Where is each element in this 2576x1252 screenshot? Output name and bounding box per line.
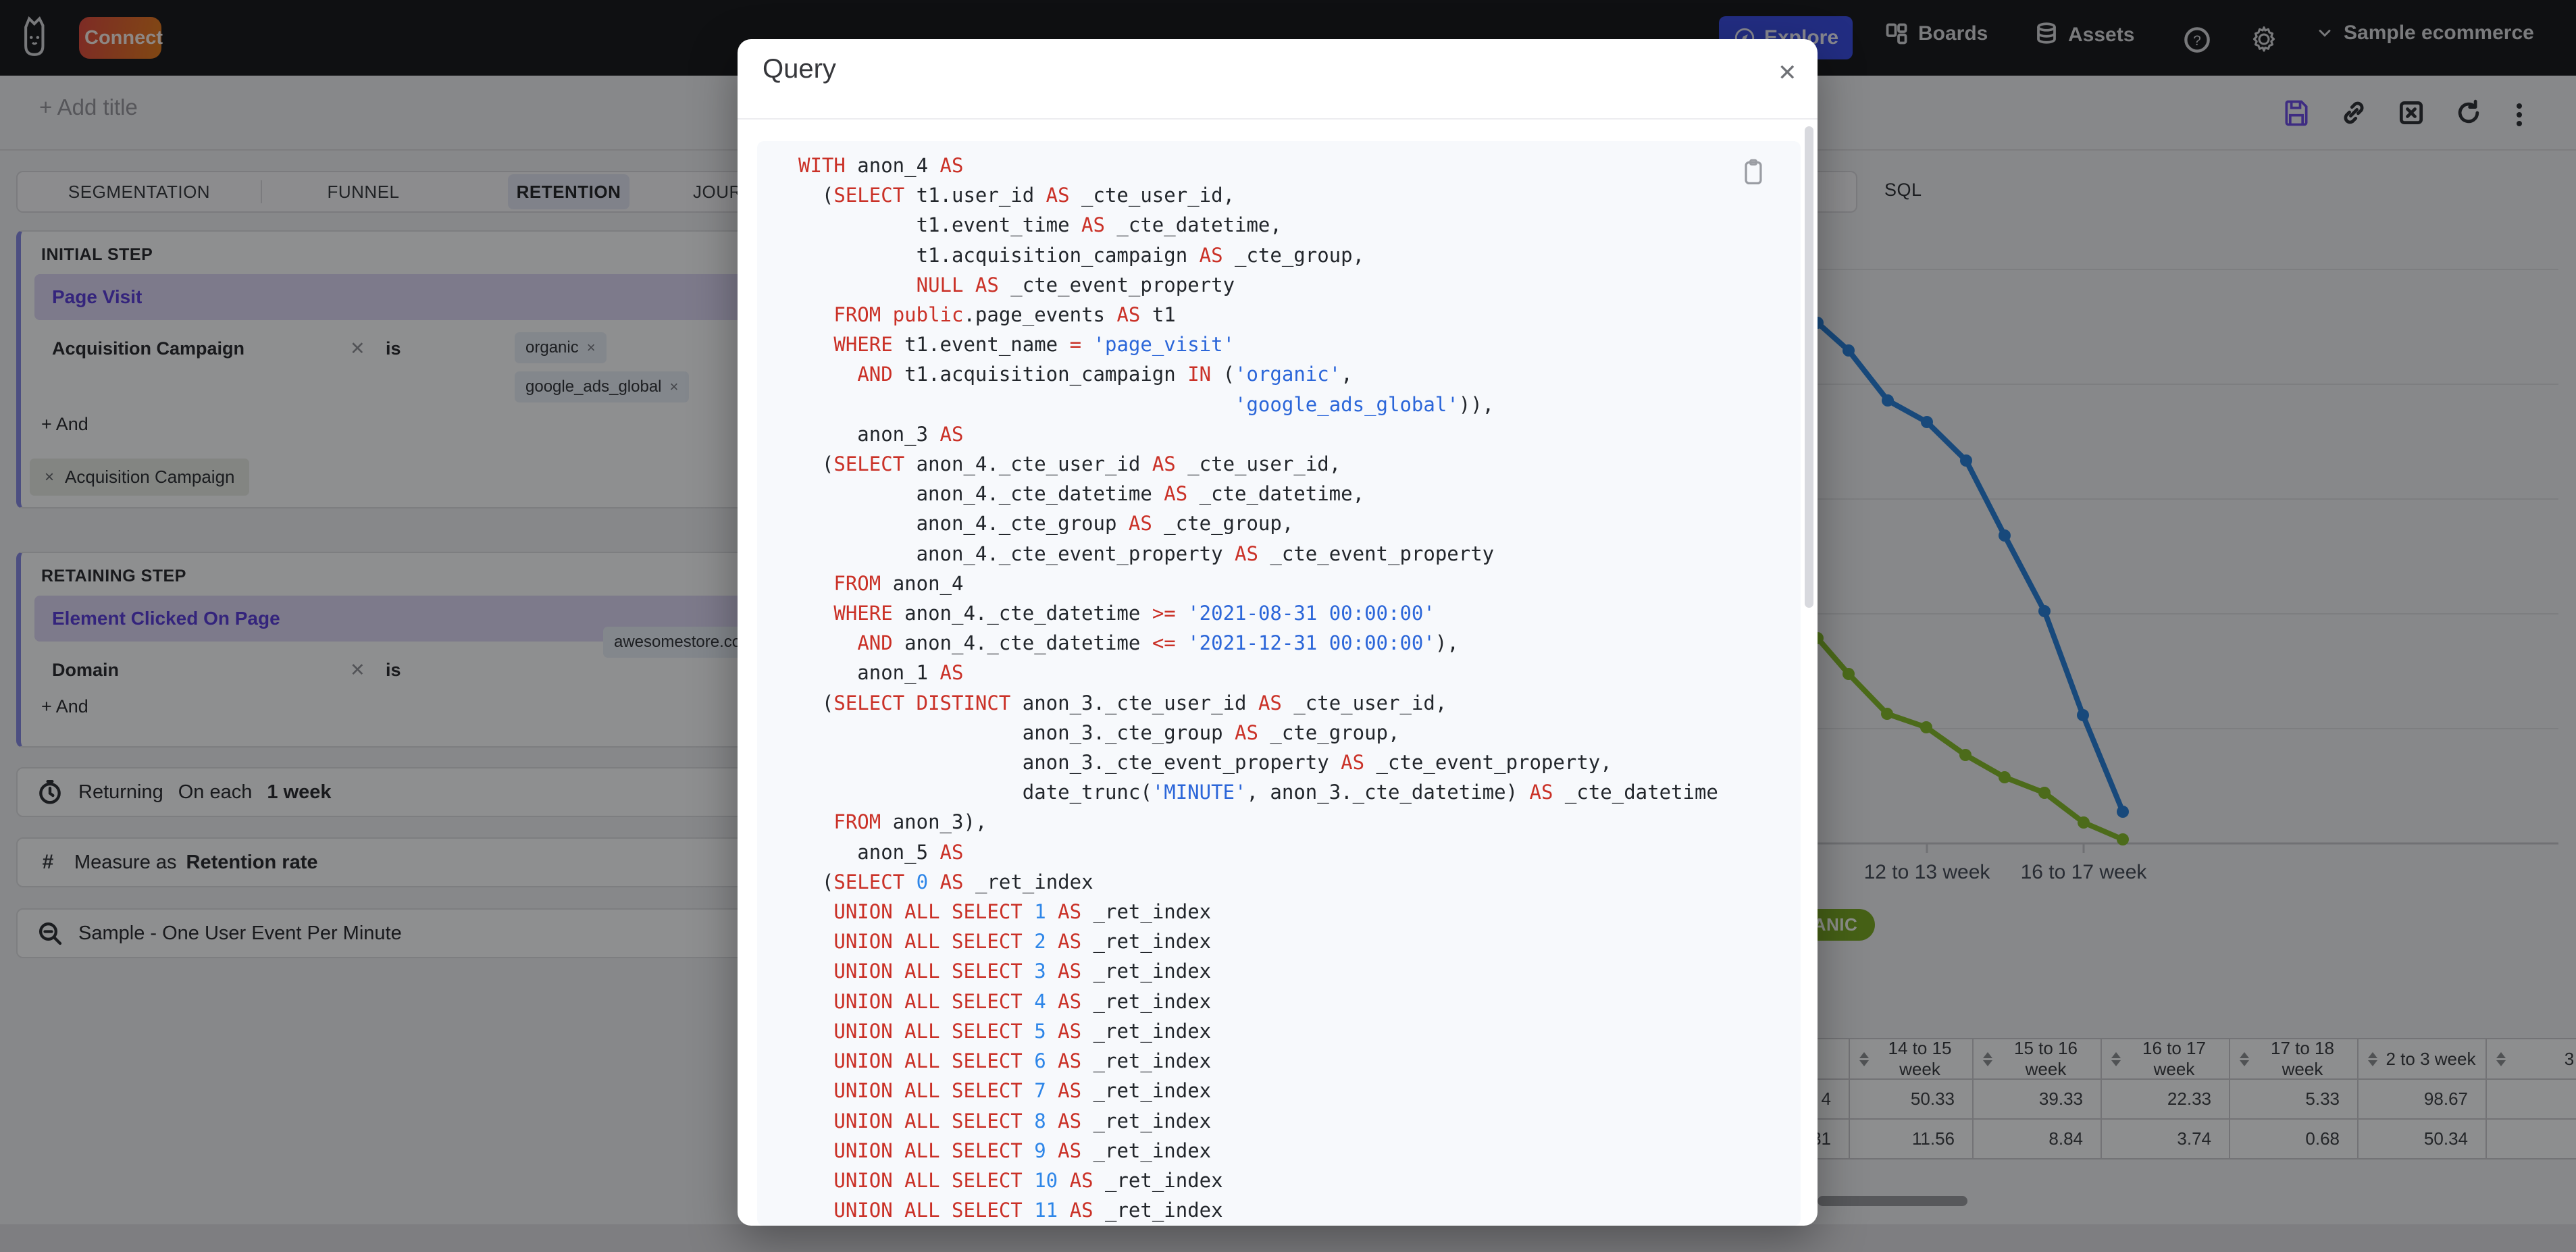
- sql-code-line: date_trunc('MINUTE', anon_3._cte_datetim…: [798, 781, 1718, 804]
- sql-code-line: UNION ALL SELECT 7 AS _ret_index: [833, 1079, 1212, 1103]
- sql-code-line: UNION ALL SELECT 6 AS _ret_index: [833, 1049, 1212, 1073]
- sql-code-line: WHERE anon_4._cte_datetime >= '2021-08-3…: [833, 602, 1435, 625]
- sql-code-line: AND t1.acquisition_campaign IN ('organic…: [857, 363, 1353, 386]
- sql-code-line: WHERE t1.event_name = 'page_visit': [833, 333, 1235, 357]
- sql-code-line: anon_4._cte_group AS _cte_group,: [798, 512, 1294, 536]
- sql-code-line: FROM anon_4: [833, 571, 964, 595]
- sql-code-line: anon_4._cte_datetime AS _cte_datetime,: [798, 482, 1365, 506]
- sql-code-line: UNION ALL SELECT 4 AS _ret_index: [833, 989, 1212, 1013]
- divider: [738, 118, 1818, 120]
- sql-code-line: 'google_ads_global')),: [1235, 392, 1495, 416]
- sql-code-line: t1.acquisition_campaign AS _cte_group,: [798, 243, 1365, 267]
- sql-code-line: (SELECT t1.user_id AS _cte_user_id,: [798, 184, 1235, 207]
- sql-code-line: anon_4._cte_event_property AS _cte_event…: [798, 542, 1495, 565]
- sql-code-line: UNION ALL SELECT 3 AS _ret_index: [833, 960, 1212, 983]
- modal-scrollbar-thumb[interactable]: [1805, 126, 1813, 608]
- sql-code-line: (SELECT DISTINCT anon_3._cte_user_id AS …: [798, 691, 1447, 714]
- sql-code-line: UNION ALL SELECT 5 AS _ret_index: [833, 1019, 1212, 1043]
- sql-code-line: WITH anon_4 AS: [798, 154, 964, 177]
- sql-code-panel: WITH anon_4 AS (SELECT t1.user_id AS _ct…: [757, 141, 1801, 1226]
- sql-code-line: t1.event_time AS _cte_datetime,: [798, 213, 1282, 237]
- sql-code-line: UNION ALL SELECT 9 AS _ret_index: [833, 1139, 1212, 1162]
- close-icon[interactable]: ✕: [1778, 59, 1797, 86]
- sql-code-line: UNION ALL SELECT 10 AS _ret_index: [833, 1168, 1223, 1192]
- sql-code-line: anon_3._cte_group AS _cte_group,: [798, 721, 1400, 744]
- sql-code-line: NULL AS _cte_event_property: [916, 273, 1235, 296]
- sql-code-line: FROM public.page_events AS t1: [833, 303, 1176, 327]
- sql-code-line: UNION ALL SELECT 11 AS _ret_index: [833, 1199, 1223, 1222]
- sql-code: WITH anon_4 AS (SELECT t1.user_id AS _ct…: [798, 151, 1718, 1225]
- sql-code-line: FROM anon_3),: [833, 810, 987, 834]
- query-dialog: Query ✕ WITH anon_4 AS (SELECT t1.user_i…: [738, 39, 1818, 1226]
- sql-code-line: anon_3 AS: [798, 422, 964, 446]
- dialog-title: Query: [763, 54, 836, 84]
- sql-code-line: anon_3._cte_event_property AS _cte_event…: [798, 751, 1612, 775]
- sql-code-line: anon_1 AS: [798, 661, 964, 685]
- sql-code-line: (SELECT anon_4._cte_user_id AS _cte_user…: [798, 452, 1341, 476]
- app-root: Connect Explore Boards Assets ? Sample e…: [0, 0, 2576, 1252]
- sql-code-line: AND anon_4._cte_datetime <= '2021-12-31 …: [857, 631, 1459, 655]
- copy-icon[interactable]: [1740, 157, 1767, 187]
- sql-code-line: anon_5 AS: [798, 840, 964, 864]
- sql-code-line: (SELECT 0 AS _ret_index: [798, 870, 1093, 893]
- sql-code-line: UNION ALL SELECT 1 AS _ret_index: [833, 900, 1212, 924]
- sql-code-line: UNION ALL SELECT 8 AS _ret_index: [833, 1109, 1212, 1132]
- sql-code-line: UNION ALL SELECT 2 AS _ret_index: [833, 930, 1212, 954]
